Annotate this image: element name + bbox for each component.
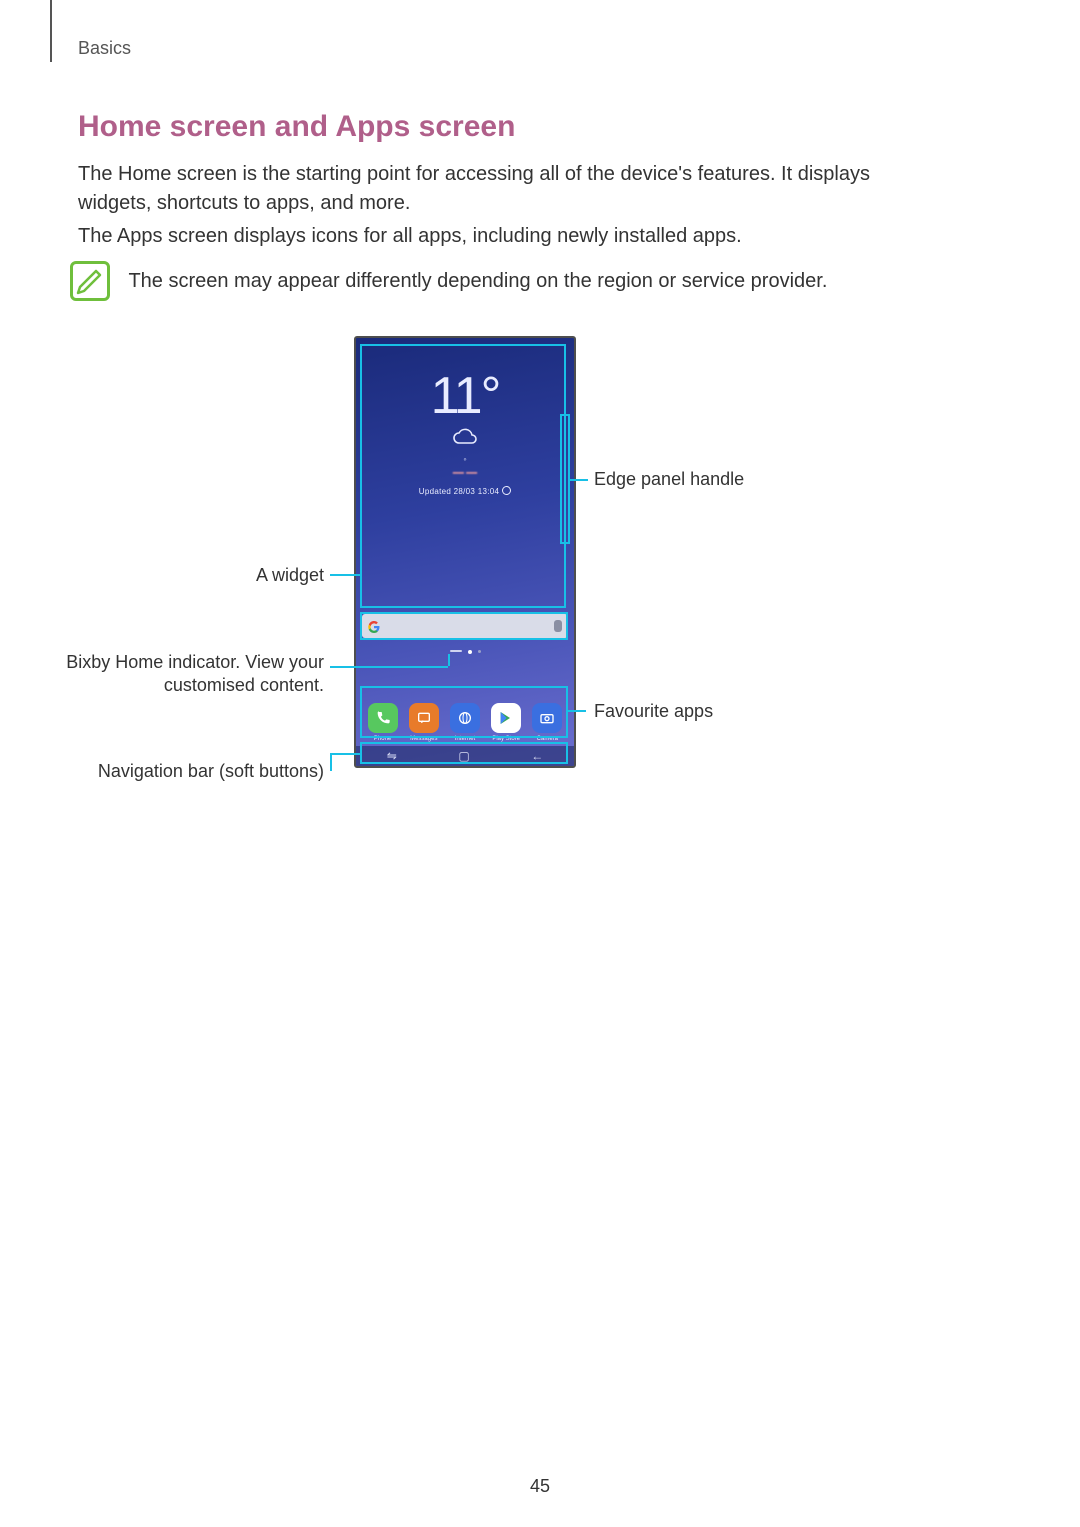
leader-line [448, 654, 450, 666]
body-paragraph-1: The Home screen is the starting point fo… [78, 160, 913, 218]
breadcrumb: Basics [78, 38, 131, 59]
page-tab-marker [50, 0, 52, 62]
callout-label-navbar: Navigation bar (soft buttons) [60, 760, 324, 783]
leader-line [570, 479, 588, 481]
callout-label-widget: A widget [244, 564, 324, 587]
bixby-home-indicator [450, 650, 462, 652]
callout-box-widget [360, 344, 566, 608]
leader-line [330, 666, 448, 668]
callout-label-bixby: Bixby Home indicator. View your customis… [60, 651, 324, 696]
page-number: 45 [0, 1476, 1080, 1497]
callout-box-google-bar [360, 612, 568, 640]
note-icon [70, 261, 110, 301]
diagram: 11° ◦ ━━ ━━ Updated 28/03 13:04 [0, 336, 1080, 836]
leader-line [330, 753, 360, 755]
leader-line [568, 710, 586, 712]
page-dot [478, 650, 481, 653]
page-indicator-row [356, 650, 574, 654]
callout-label-favapps: Favourite apps [594, 700, 713, 723]
callout-label-edge: Edge panel handle [594, 468, 744, 491]
leader-line [330, 574, 360, 576]
callout-box-dock [360, 686, 568, 738]
note-text: The screen may appear differently depend… [128, 261, 888, 296]
note-row: The screen may appear differently depend… [70, 261, 910, 301]
page-dot [468, 650, 472, 654]
callout-box-edge-handle [560, 414, 570, 544]
section-heading: Home screen and Apps screen [78, 110, 515, 144]
body-paragraph-2: The Apps screen displays icons for all a… [78, 222, 913, 251]
leader-line [330, 753, 332, 771]
callout-box-navbar [360, 742, 568, 764]
